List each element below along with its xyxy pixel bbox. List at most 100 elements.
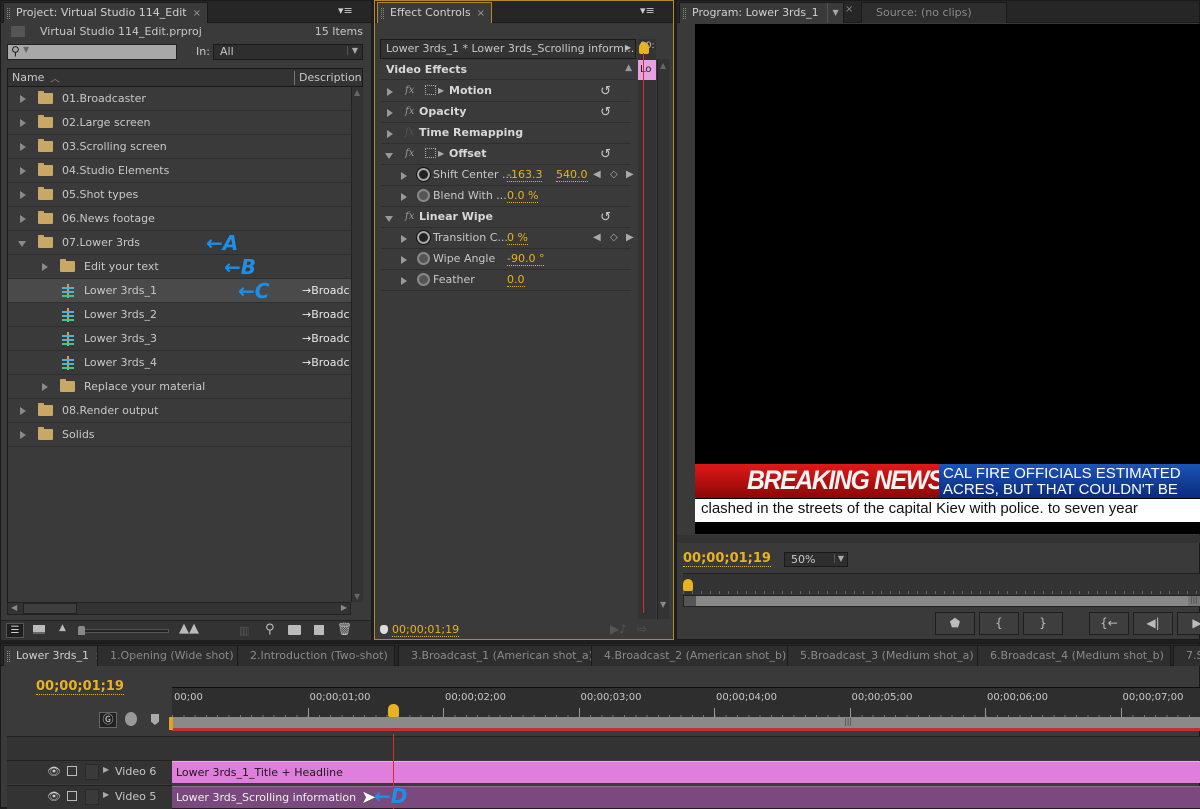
effect-param[interactable]: Shift Center ... -163.3 540.0 ◀ ◇ ▶ [381,165,634,186]
sort-ascending-icon[interactable]: ︿ [50,70,60,85]
effect-param[interactable]: Blend With ... 0.0 % [381,186,631,207]
param-value[interactable]: -90.0 ° [507,252,545,266]
play-button[interactable]: ▶ [1177,612,1200,635]
stopwatch-icon[interactable] [416,230,431,245]
add-marker-button[interactable]: ⬟ [935,612,975,635]
next-keyframe-icon[interactable]: ▶ [626,165,634,185]
fx-toggle-icon[interactable]: fx [405,207,414,227]
param-value[interactable]: 0 % [507,231,528,245]
zoom-bar-grip-left[interactable] [684,596,696,606]
param-value[interactable]: 0.0 % [507,189,539,203]
zoom-out-icon[interactable]: ▲ [59,623,66,633]
playhead-marker-icon[interactable] [639,42,649,54]
list-item[interactable]: 05.Shot types [8,183,351,207]
disclosure-triangle-icon[interactable] [385,153,393,159]
panel-menu-icon[interactable]: ▾≡ [640,4,655,17]
list-item[interactable]: Lower 3rds_1 →Broadc [8,279,351,303]
effect-timecode[interactable]: 00;00;01;19 [392,623,460,637]
timeline-tab[interactable]: Lower 3rds_1× [3,645,111,666]
new-item-icon[interactable] [314,625,324,635]
column-divider[interactable] [294,71,295,85]
effect-offset[interactable]: fx ▶ Offset ↺ [381,144,631,165]
lock-toggle[interactable] [85,764,99,780]
video-preview[interactable]: BREAKING NEWS CAL FIRE OFFICIALS ESTIMAT… [695,24,1200,534]
disclosure-triangle-icon[interactable] [20,167,26,175]
disclosure-triangle-icon[interactable] [401,277,407,285]
in-select[interactable]: All ▼ [213,44,363,60]
disclosure-triangle-icon[interactable] [20,407,26,415]
list-item[interactable]: Lower 3rds_3 →Broadc [8,327,351,351]
effect-time-remapping[interactable]: fx Time Remapping [381,123,631,144]
timeline-tab[interactable]: 6.Broadcast_4 (Medium shot_b) [977,645,1171,666]
param-value-2[interactable]: 540.0 [556,168,588,182]
scroll-thumb[interactable] [23,603,77,614]
timeline-clip[interactable]: Lower 3rds_1_Title + Headline [172,761,1200,783]
disclosure-triangle-icon[interactable] [387,130,393,138]
effect-motion[interactable]: fx ▶ Motion ↺ [381,81,631,102]
tab-effect-controls[interactable]: Effect Controls × [377,2,493,23]
list-item[interactable]: 01.Broadcaster [8,87,351,111]
step-back-button[interactable]: ◀| [1133,612,1173,635]
disclosure-triangle-icon[interactable] [401,193,407,201]
disclosure-triangle-icon[interactable] [20,119,26,127]
find-icon[interactable]: ⚲ [265,622,275,637]
column-name[interactable]: Name [12,71,44,84]
monitor-hscroll[interactable] [677,535,1200,543]
work-area-bar[interactable]: ||| [169,717,1200,731]
keyframe-icon[interactable] [125,712,137,726]
scroll-left-icon[interactable]: ◀ [11,603,17,612]
snap-icon[interactable]: Ⓖ [99,712,117,728]
effect-param[interactable]: Wipe Angle -90.0 ° [381,249,631,270]
list-item[interactable]: Edit your text [8,255,351,279]
add-keyframe-icon[interactable]: ◇ [610,228,618,248]
disclosure-triangle-icon[interactable] [18,241,26,247]
transform-icon[interactable] [425,148,436,158]
program-timecode[interactable]: 00;00;01;19 [683,551,771,567]
timeline-tab[interactable]: 3.Broadcast_1 (American shot_a) [398,645,601,666]
add-marker-icon[interactable] [151,714,159,725]
search-dropdown-icon[interactable]: ▼ [23,45,29,54]
fx-toggle-icon[interactable]: fx [405,144,414,164]
horizontal-scrollbar[interactable]: ◀ ▶ [7,602,351,615]
disclosure-triangle-icon[interactable] [42,383,48,391]
fx-toggle-icon[interactable]: fx [405,81,414,101]
disclosure-triangle-icon[interactable] [20,215,26,223]
timeline-tab[interactable]: 7.Su [1173,645,1200,666]
show-timeline-icon[interactable]: ▶ [625,43,631,52]
timeline-ruler[interactable]: 00;00 00;00;01;00 00;00;02;00 00;00;03;00 00… [172,687,1200,717]
tab-project[interactable]: Project: Virtual Studio 114_Edit × [3,2,208,23]
effect-linear-wipe[interactable]: fx Linear Wipe ↺ [381,207,631,228]
timeline-tab[interactable]: 1.Opening (Wide shot) [97,645,241,666]
reset-icon[interactable]: ↺ [600,82,611,102]
effect-opacity[interactable]: fx Opacity ↺ [381,102,631,123]
zoom-slider[interactable] [78,626,169,635]
reset-icon[interactable]: ↺ [600,208,611,228]
param-value[interactable]: -163.3 [507,168,543,182]
list-item[interactable]: 03.Scrolling screen [8,135,351,159]
list-item[interactable]: Replace your material [8,375,351,399]
close-icon[interactable]: × [193,8,201,19]
disclosure-triangle-icon[interactable] [387,109,393,117]
disclosure-triangle-icon[interactable] [20,143,26,151]
disclosure-triangle-icon[interactable] [385,216,393,222]
mini-clip[interactable]: Lo [638,60,656,80]
panel-menu-icon[interactable]: ▾≡ [338,4,353,17]
tab-source[interactable]: Source: (no clips) [861,2,1007,23]
param-value[interactable]: 0.0 [507,273,525,287]
stopwatch-icon[interactable] [417,252,430,265]
stopwatch-icon[interactable] [416,167,431,182]
column-description[interactable]: Description [299,71,362,84]
timeline-timecode[interactable]: 00;00;01;19 [36,679,124,695]
timeline-tab[interactable]: 2.Introduction (Two-shot) [237,645,395,666]
timeline-tab[interactable]: 5.Broadcast_3 (Medium shot_a) [787,645,981,666]
scroll-up-icon[interactable]: ▲ [354,88,360,97]
playhead-marker-icon[interactable] [388,704,399,717]
zoom-select[interactable]: 50% ▼ [784,552,848,567]
list-item[interactable]: 08.Render output [8,399,351,423]
add-keyframe-icon[interactable]: ◇ [610,165,618,185]
fx-toggle-icon[interactable]: fx [405,102,414,122]
stopwatch-icon[interactable] [417,189,430,202]
disclosure-triangle-icon[interactable] [42,263,48,271]
grip-icon[interactable] [683,8,686,19]
grip-icon[interactable] [7,8,10,19]
